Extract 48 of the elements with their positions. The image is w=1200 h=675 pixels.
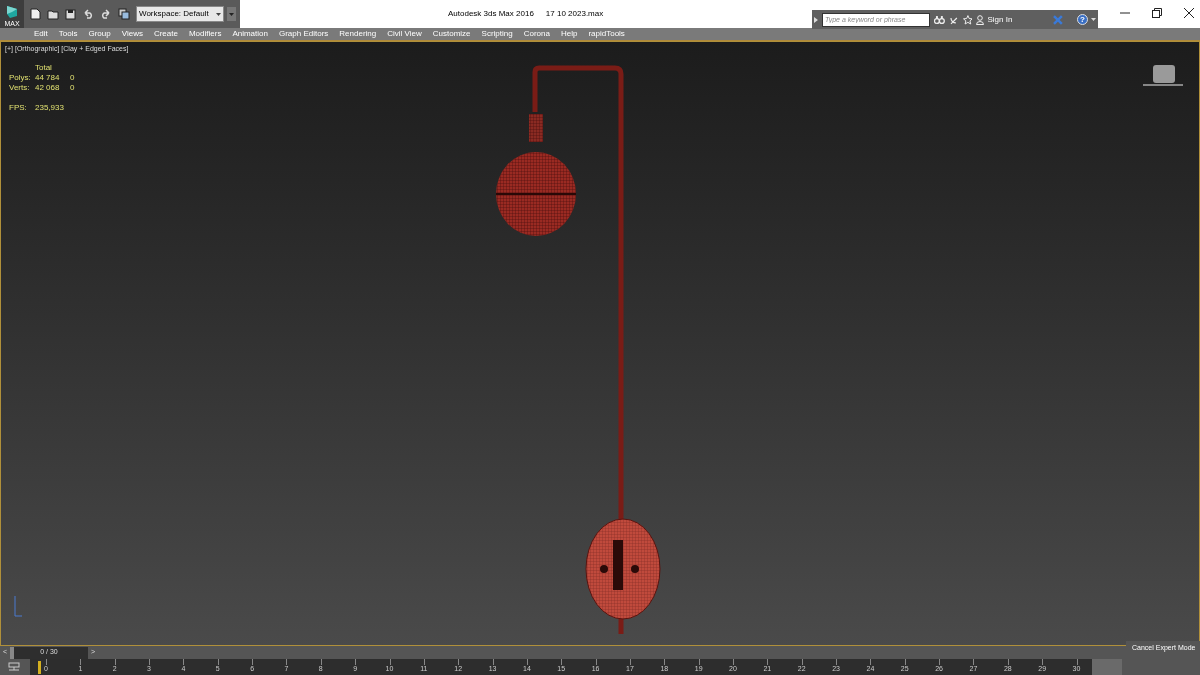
menu-item[interactable]: Customize (432, 30, 471, 38)
menu-item[interactable]: Corona (523, 30, 550, 38)
stats-label: FPS: (9, 103, 28, 113)
undo-icon[interactable] (82, 9, 94, 19)
redo-icon[interactable] (100, 9, 112, 19)
slider-thumb[interactable] (10, 646, 14, 659)
restore-icon[interactable] (1152, 8, 1162, 18)
app-logo-icon (4, 4, 20, 20)
menu-item[interactable]: Civil View (387, 30, 422, 38)
project-folder-icon[interactable] (118, 8, 130, 20)
binoculars-icon[interactable] (934, 14, 945, 25)
stats-value: 0 (70, 83, 76, 93)
menu-item[interactable]: Graph Editors (278, 30, 329, 38)
time-marker (38, 661, 41, 674)
stats-value: 44 784 (35, 73, 61, 83)
new-file-icon[interactable] (30, 8, 41, 20)
file-name: 17 10 2023.max (545, 8, 604, 20)
save-icon[interactable] (65, 8, 76, 20)
open-folder-icon[interactable] (47, 8, 59, 20)
sign-in-button[interactable]: Sign In (976, 13, 1046, 26)
stats-value: 235,933 (35, 103, 65, 113)
workspace-dropdown[interactable]: Workspace: Default (136, 6, 224, 22)
menu-item[interactable]: Animation (232, 30, 268, 38)
dropdown-arrow-icon (1090, 18, 1096, 21)
stats-header: Total (35, 63, 53, 73)
user-icon (976, 14, 985, 25)
menu-item[interactable]: Modifiers (188, 30, 222, 38)
stats-value: 0 (70, 73, 76, 83)
close-icon[interactable] (1184, 8, 1194, 18)
curve-editor-icon[interactable] (8, 662, 20, 672)
toolbar-menu-icon[interactable] (227, 7, 236, 21)
menu-item[interactable]: Edit (34, 30, 48, 38)
menu-item[interactable]: Group (88, 30, 111, 38)
star-icon[interactable] (962, 14, 973, 25)
menu-item[interactable]: Help (560, 30, 578, 38)
expand-arrow-icon[interactable] (814, 16, 818, 23)
dropdown-arrow-icon (216, 12, 221, 16)
menu-item[interactable]: Scripting (481, 30, 513, 38)
stats-value: 42 068 (35, 83, 61, 93)
menu-item[interactable]: Views (121, 30, 143, 38)
stats-label: Verts: (9, 83, 31, 93)
axis-tripod-icon (13, 594, 23, 618)
menu-item[interactable]: Create (153, 30, 178, 38)
stats-label: Polys: (9, 73, 32, 83)
menu-item[interactable]: rapidTools (588, 30, 625, 38)
window-title: Autodesk 3ds Max 2016 (448, 8, 534, 20)
menu-item[interactable]: Tools (58, 30, 78, 38)
menu-item[interactable]: Rendering (339, 30, 377, 38)
